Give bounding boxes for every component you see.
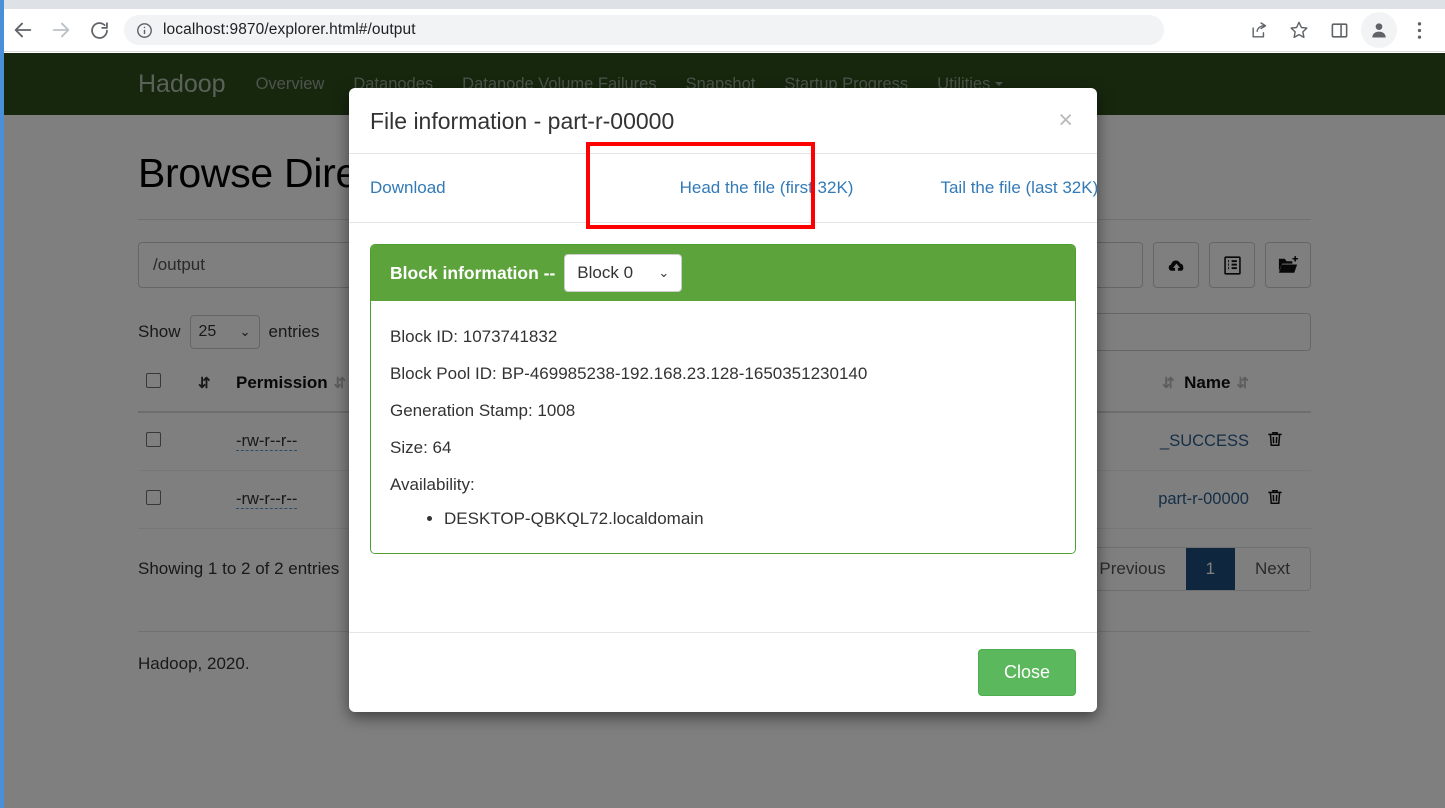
side-panel-icon[interactable] — [1321, 12, 1357, 48]
back-arrow-icon[interactable] — [4, 11, 42, 49]
modal-header: File information - part-r-00000 × — [349, 88, 1097, 153]
block-panel-header: Block information -- Block 0 ⌄ — [371, 245, 1075, 301]
file-information-modal: File information - part-r-00000 × Downlo… — [349, 88, 1097, 712]
block-select-value: Block 0 — [577, 263, 633, 283]
share-icon[interactable] — [1241, 12, 1277, 48]
three-dot-menu-icon[interactable] — [1401, 12, 1437, 48]
toolbar-right-group — [1239, 12, 1445, 48]
address-bar[interactable]: localhost:9870/explorer.html#/output — [124, 15, 1164, 45]
generation-stamp-text: Generation Stamp: 1008 — [390, 401, 1056, 421]
block-information-panel: Block information -- Block 0 ⌄ Block ID:… — [370, 244, 1076, 554]
browser-toolbar: localhost:9870/explorer.html#/output — [4, 9, 1445, 52]
star-icon[interactable] — [1281, 12, 1317, 48]
size-text: Size: 64 — [390, 438, 1056, 458]
block-panel-body: Block ID: 1073741832 Block Pool ID: BP-4… — [371, 301, 1075, 553]
tab-tail-file[interactable]: Tail the file (last 32K) — [919, 154, 1119, 222]
close-button[interactable]: Close — [978, 649, 1076, 696]
modal-footer: Close — [349, 632, 1097, 712]
modal-body: Block information -- Block 0 ⌄ Block ID:… — [349, 223, 1097, 632]
availability-list: DESKTOP-QBKQL72.localdomain — [390, 509, 1056, 529]
profile-avatar-icon[interactable] — [1361, 12, 1397, 48]
modal-tabs: Download Head the file (first 32K) Tail … — [349, 153, 1097, 223]
site-info-icon[interactable] — [136, 22, 153, 39]
forward-arrow-icon[interactable] — [42, 11, 80, 49]
availability-label: Availability: — [390, 475, 1056, 495]
block-pool-id-text: Block Pool ID: BP-469985238-192.168.23.1… — [390, 364, 1056, 384]
block-select[interactable]: Block 0 ⌄ — [564, 254, 682, 292]
tab-download[interactable]: Download — [349, 154, 467, 222]
block-id-text: Block ID: 1073741832 — [390, 327, 1056, 347]
browser-window: localhost:9870/explorer.html#/output Had… — [0, 0, 1445, 808]
reload-icon[interactable] — [80, 11, 118, 49]
block-panel-title: Block information -- — [390, 263, 555, 284]
tab-head-file[interactable]: Head the file (first 32K) — [659, 154, 875, 222]
tab-strip[interactable] — [0, 0, 1445, 9]
window-focus-border — [0, 0, 4, 808]
chevron-down-icon: ⌄ — [658, 265, 669, 281]
modal-title: File information - part-r-00000 — [370, 108, 674, 134]
list-item: DESKTOP-QBKQL72.localdomain — [444, 509, 1056, 529]
address-bar-url: localhost:9870/explorer.html#/output — [163, 21, 416, 39]
close-icon[interactable]: × — [1052, 107, 1079, 134]
